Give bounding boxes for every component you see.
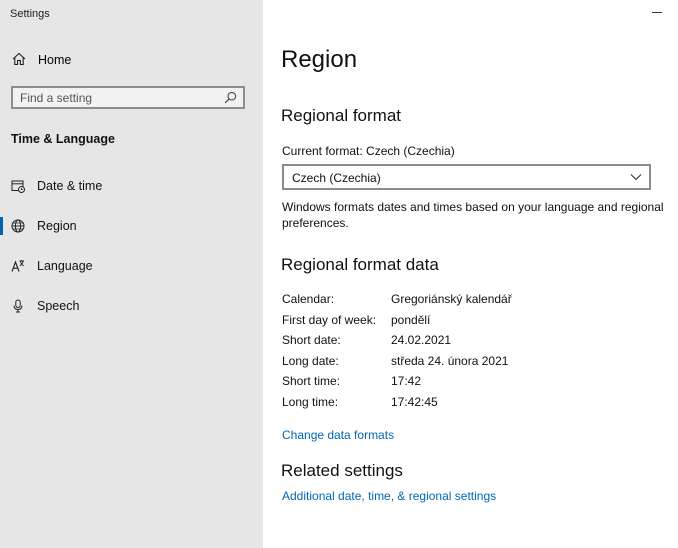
sidebar-item-label: Speech <box>37 299 80 313</box>
search-icon[interactable] <box>224 91 237 104</box>
format-key: Short time: <box>282 374 341 388</box>
format-data-row: First day of week: pondělí <box>282 313 662 333</box>
format-key: Long date: <box>282 354 339 368</box>
regional-format-dropdown[interactable]: Czech (Czechia) <box>282 164 651 190</box>
section-title: Time & Language <box>11 132 115 146</box>
format-value: Gregoriánský kalendář <box>391 292 512 306</box>
format-data-row: Long date: středa 24. února 2021 <box>282 354 662 374</box>
format-key: Short date: <box>282 333 341 347</box>
home-label: Home <box>38 53 72 67</box>
format-description: Windows formats dates and times based on… <box>282 200 664 230</box>
sidebar: Settings Home Time & Language Date & tim… <box>0 0 263 548</box>
format-data-row: Long time: 17:42:45 <box>282 395 662 415</box>
format-key: Calendar: <box>282 292 335 306</box>
sidebar-item-label: Region <box>37 219 77 233</box>
window-title: Settings <box>10 8 50 20</box>
home-icon <box>12 52 26 66</box>
format-key: First day of week: <box>282 313 377 327</box>
current-format-label: Current format: Czech (Czechia) <box>282 144 455 158</box>
format-data-row: Short time: 17:42 <box>282 374 662 394</box>
language-icon <box>11 260 24 272</box>
format-value: středa 24. února 2021 <box>391 354 509 368</box>
search-input[interactable] <box>20 90 220 106</box>
format-data-heading: Regional format data <box>281 255 439 274</box>
format-key: Long time: <box>282 395 339 409</box>
format-data-row: Calendar: Gregoriánský kalendář <box>282 292 662 312</box>
home-button[interactable]: Home <box>0 46 263 76</box>
chevron-down-icon <box>630 174 642 181</box>
search-box[interactable] <box>11 86 245 109</box>
minimize-button[interactable] <box>652 12 662 13</box>
format-value: pondělí <box>391 313 431 327</box>
page-title: Region <box>281 46 358 73</box>
additional-settings-link[interactable]: Additional date, time, & regional settin… <box>282 489 496 503</box>
format-value: 17:42:45 <box>391 395 438 409</box>
globe-icon <box>11 219 25 233</box>
format-value: 17:42 <box>391 374 422 388</box>
change-data-formats-link[interactable]: Change data formats <box>282 428 394 442</box>
sidebar-item-label: Date & time <box>37 179 103 193</box>
sidebar-item-date-time[interactable]: Date & time <box>0 172 263 202</box>
sidebar-item-region[interactable]: Region <box>0 212 263 242</box>
sidebar-item-label: Language <box>37 259 93 273</box>
format-data-row: Short date: 24.02.2021 <box>282 333 662 353</box>
dropdown-value: Czech (Czechia) <box>292 171 381 185</box>
calendar-clock-icon <box>11 180 25 193</box>
sidebar-item-speech[interactable]: Speech <box>0 292 263 322</box>
sidebar-item-language[interactable]: Language <box>0 252 263 282</box>
selection-indicator <box>0 217 3 235</box>
microphone-icon <box>13 299 23 313</box>
regional-format-heading: Regional format <box>281 106 402 125</box>
related-settings-heading: Related settings <box>281 461 403 480</box>
main-content: Region Regional format Current format: C… <box>263 0 678 548</box>
format-value: 24.02.2021 <box>391 333 452 347</box>
